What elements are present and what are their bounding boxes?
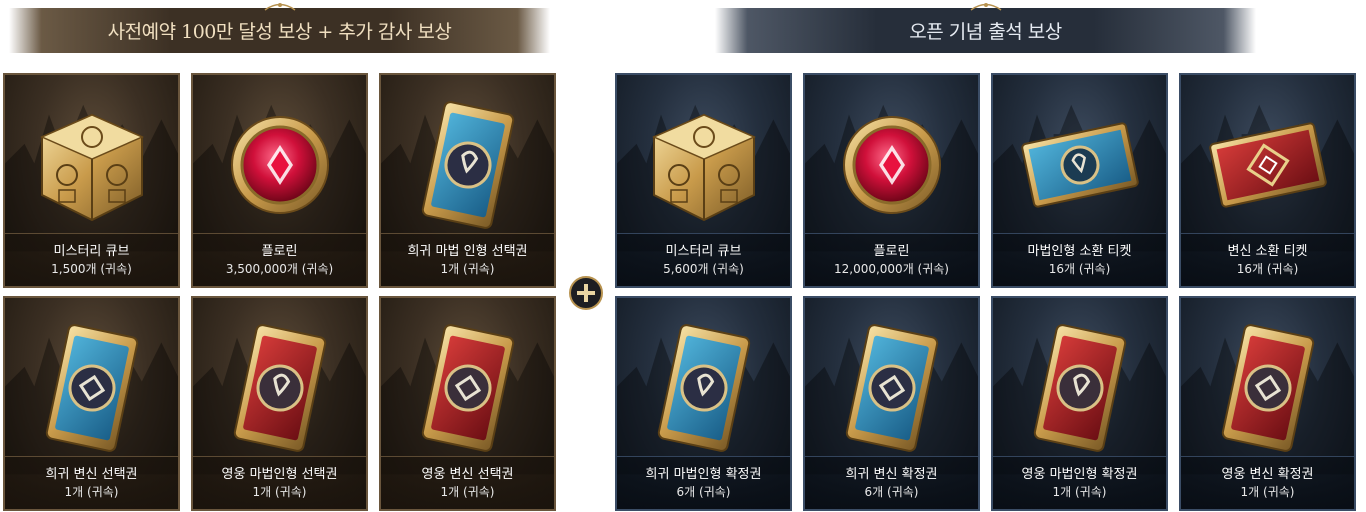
- reward-card-mystery-cube: 미스터리 큐브 1,500개 (귀속): [3, 73, 180, 288]
- card-caption: 영웅 마법인형 선택권 1개 (귀속): [193, 456, 366, 509]
- item-name: 영웅 변신 선택권: [421, 466, 514, 482]
- reward-card-hero-transform-confirm: 영웅 변신 확정권 1개 (귀속): [1179, 296, 1356, 511]
- card-caption: 영웅 마법인형 확정권 1개 (귀속): [993, 456, 1166, 509]
- item-name: 희귀 마법인형 확정권: [645, 466, 762, 482]
- right-section-banner: 오픈 기념 출석 보상: [715, 8, 1256, 53]
- item-quantity: 1개 (귀속): [1240, 484, 1295, 499]
- hero-transform-card-icon: [1203, 318, 1333, 458]
- item-name: 영웅 마법인형 선택권: [221, 466, 338, 482]
- card-caption: 희귀 변신 확정권 6개 (귀속): [805, 456, 978, 509]
- item-name: 희귀 변신 선택권: [45, 466, 138, 482]
- reward-card-hero-doll-select: 영웅 마법인형 선택권 1개 (귀속): [191, 296, 368, 511]
- florin-coin-icon: [827, 95, 957, 235]
- item-name: 영웅 마법인형 확정권: [1021, 466, 1138, 482]
- florin-coin-icon: [215, 95, 345, 235]
- rare-transform-card-icon: [27, 318, 157, 458]
- item-quantity: 1개 (귀속): [64, 484, 119, 499]
- card-caption: 미스터리 큐브 1,500개 (귀속): [5, 233, 178, 286]
- reward-card-hero-doll-confirm: 영웅 마법인형 확정권 1개 (귀속): [991, 296, 1168, 511]
- left-section-banner: 사전예약 100만 달성 보상 + 추가 감사 보상: [9, 8, 550, 53]
- reward-card-hero-transform-select: 영웅 변신 선택권 1개 (귀속): [379, 296, 556, 511]
- reward-card-florin: 플로린 12,000,000개 (귀속): [803, 73, 980, 288]
- item-quantity: 5,600개 (귀속): [663, 261, 744, 276]
- plus-icon: [568, 275, 604, 311]
- reward-card-doll-summon-ticket: 마법인형 소환 티켓 16개 (귀속): [991, 73, 1168, 288]
- reward-card-mystery-cube: 미스터리 큐브 5,600개 (귀속): [615, 73, 792, 288]
- reward-card-rare-doll-select: 희귀 마법 인형 선택권 1개 (귀속): [379, 73, 556, 288]
- hero-doll-card-icon: [215, 318, 345, 458]
- card-caption: 플로린 12,000,000개 (귀속): [805, 233, 978, 286]
- item-name: 마법인형 소환 티켓: [1027, 243, 1132, 259]
- reward-card-rare-transform-select: 희귀 변신 선택권 1개 (귀속): [3, 296, 180, 511]
- mystery-cube-icon: [27, 95, 157, 235]
- item-quantity: 16개 (귀속): [1236, 261, 1299, 276]
- card-caption: 희귀 마법 인형 선택권 1개 (귀속): [381, 233, 554, 286]
- item-quantity: 1개 (귀속): [252, 484, 307, 499]
- transform-summon-ticket-icon: [1203, 95, 1333, 235]
- hero-doll-card-icon: [1015, 318, 1145, 458]
- item-quantity: 12,000,000개 (귀속): [833, 261, 949, 276]
- item-quantity: 1,500개 (귀속): [51, 261, 132, 276]
- item-quantity: 1개 (귀속): [440, 484, 495, 499]
- card-caption: 영웅 변신 선택권 1개 (귀속): [381, 456, 554, 509]
- item-name: 희귀 마법 인형 선택권: [407, 243, 528, 259]
- item-quantity: 1개 (귀속): [440, 261, 495, 276]
- rare-doll-card-icon: [639, 318, 769, 458]
- card-caption: 영웅 변신 확정권 1개 (귀속): [1181, 456, 1354, 509]
- card-caption: 희귀 마법인형 확정권 6개 (귀속): [617, 456, 790, 509]
- item-name: 영웅 변신 확정권: [1221, 466, 1314, 482]
- card-caption: 마법인형 소환 티켓 16개 (귀속): [993, 233, 1166, 286]
- reward-card-transform-summon-ticket: 변신 소환 티켓 16개 (귀속): [1179, 73, 1356, 288]
- item-name: 플로린: [873, 243, 910, 259]
- card-caption: 플로린 3,500,000개 (귀속): [193, 233, 366, 286]
- item-quantity: 6개 (귀속): [676, 484, 731, 499]
- item-quantity: 3,500,000개 (귀속): [225, 261, 334, 276]
- doll-summon-ticket-icon: [1015, 95, 1145, 235]
- right-section-title: 오픈 기념 출석 보상: [909, 21, 1062, 43]
- reward-card-rare-doll-confirm: 희귀 마법인형 확정권 6개 (귀속): [615, 296, 792, 511]
- rare-doll-card-icon: [403, 95, 533, 235]
- card-caption: 희귀 변신 선택권 1개 (귀속): [5, 456, 178, 509]
- item-name: 플로린: [261, 243, 298, 259]
- reward-card-rare-transform-confirm: 희귀 변신 확정권 6개 (귀속): [803, 296, 980, 511]
- rare-transform-card-icon: [827, 318, 957, 458]
- card-caption: 미스터리 큐브 5,600개 (귀속): [617, 233, 790, 286]
- item-quantity: 16개 (귀속): [1048, 261, 1111, 276]
- card-caption: 변신 소환 티켓 16개 (귀속): [1181, 233, 1354, 286]
- mystery-cube-icon: [639, 95, 769, 235]
- item-quantity: 6개 (귀속): [864, 484, 919, 499]
- hero-transform-card-icon: [403, 318, 533, 458]
- item-quantity: 1개 (귀속): [1052, 484, 1107, 499]
- left-section-title: 사전예약 100만 달성 보상 + 추가 감사 보상: [107, 21, 452, 43]
- banner-ornament-icon: [969, 1, 1003, 11]
- reward-card-florin: 플로린 3,500,000개 (귀속): [191, 73, 368, 288]
- item-name: 미스터리 큐브: [665, 243, 742, 259]
- banner-ornament-icon: [263, 1, 297, 11]
- item-name: 미스터리 큐브: [53, 243, 130, 259]
- item-name: 변신 소환 티켓: [1227, 243, 1308, 259]
- item-name: 희귀 변신 확정권: [845, 466, 938, 482]
